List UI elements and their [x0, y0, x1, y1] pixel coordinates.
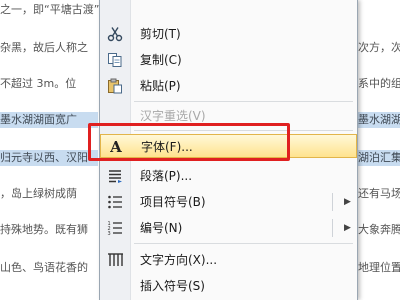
doc-line-right: 还有马场 — [358, 187, 400, 200]
numbering-icon: 123 — [106, 220, 124, 236]
menu-item-label: 项目符号(B) — [140, 195, 206, 209]
doc-line: ，岛上绿树成荫 — [0, 187, 77, 200]
submenu-arrow-icon[interactable]: ▶ — [344, 194, 351, 210]
doc-line: 杂黑，故后人称之 — [0, 41, 88, 54]
doc-line: 不超过 3m。位 — [0, 77, 77, 90]
doc-line-right: 地理位置 — [358, 261, 400, 274]
svg-text:3: 3 — [108, 231, 111, 236]
menu-item-paste[interactable]: 粘贴(P) — [100, 74, 357, 98]
menu-item-label: 段落(P)... — [140, 169, 193, 183]
menu-item-copy[interactable]: 复制(C) — [100, 48, 357, 72]
text-direction-icon — [106, 252, 124, 268]
menu-item-label: 插入符号(S) — [140, 279, 205, 293]
doc-line-right: 次方，次 — [358, 41, 400, 54]
submenu-divider — [332, 193, 333, 211]
menu-item-label: 文字方向(X)... — [140, 253, 218, 267]
menu-item-paragraph[interactable]: 段落(P)... — [100, 164, 357, 188]
menu-item-text-direction[interactable]: 文字方向(X)... — [100, 248, 357, 272]
doc-line: 山色、鸟语花香的 — [0, 261, 88, 274]
paragraph-icon — [106, 168, 124, 184]
doc-line-right: 大象奔腾 — [358, 223, 400, 236]
copy-icon — [106, 52, 124, 68]
menu-item-label: 复制(C) — [140, 53, 182, 67]
doc-line: 持殊地势。既有狮 — [0, 223, 88, 236]
doc-line-selected: 墨水湖湖面宽广 — [0, 112, 98, 128]
menu-item-label: 编号(N) — [140, 221, 183, 235]
menu-separator — [134, 101, 353, 102]
submenu-divider — [332, 219, 333, 237]
paste-icon — [106, 78, 124, 94]
scissors-icon — [106, 26, 124, 42]
menu-item-insert-symbol[interactable]: 插入符号(S) — [100, 274, 357, 298]
menu-item-label: 剪切(T) — [140, 27, 181, 41]
menu-item-cut[interactable]: 剪切(T) — [100, 22, 357, 46]
bullets-icon — [106, 194, 124, 210]
annotation-highlight-box — [88, 123, 290, 161]
menu-separator — [134, 243, 353, 244]
menu-item-label: 汉字重选(V) — [140, 109, 206, 123]
menu-item-label: 粘贴(P) — [140, 79, 181, 93]
doc-line-selected-right: 湖泊汇集 — [358, 150, 400, 166]
submenu-arrow-icon[interactable]: ▶ — [344, 220, 351, 236]
doc-line-right: 系中的组 — [358, 77, 400, 90]
doc-line-selected: 归元寺以西、汉阳 — [0, 150, 98, 166]
doc-line-selected-right: 墨水湖湖 — [358, 112, 400, 128]
menu-item-bullets[interactable]: 项目符号(B) ▶ — [100, 190, 357, 214]
menu-item-numbering[interactable]: 123 编号(N) ▶ — [100, 216, 357, 240]
